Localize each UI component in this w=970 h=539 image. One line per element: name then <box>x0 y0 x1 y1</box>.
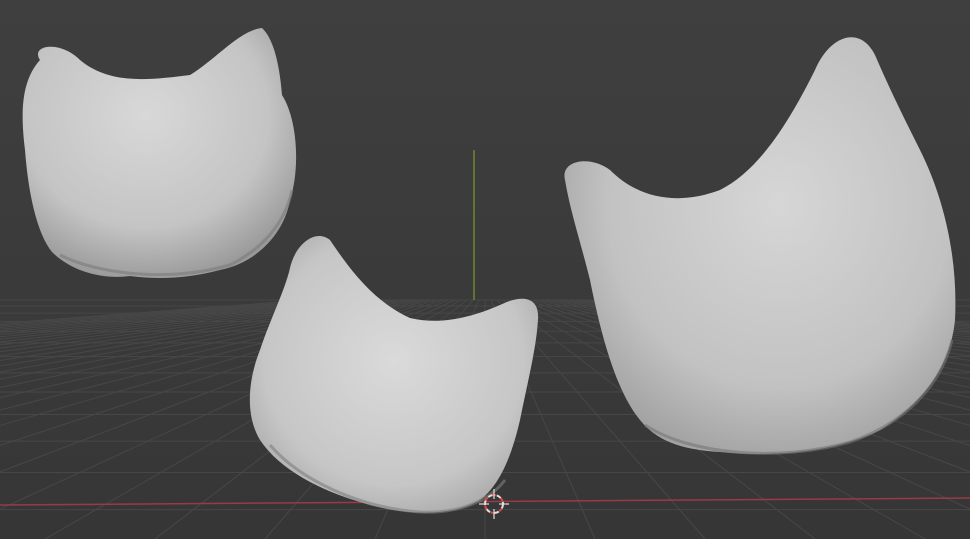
3d-viewport[interactable] <box>0 0 970 539</box>
viewport-canvas[interactable] <box>0 0 970 539</box>
